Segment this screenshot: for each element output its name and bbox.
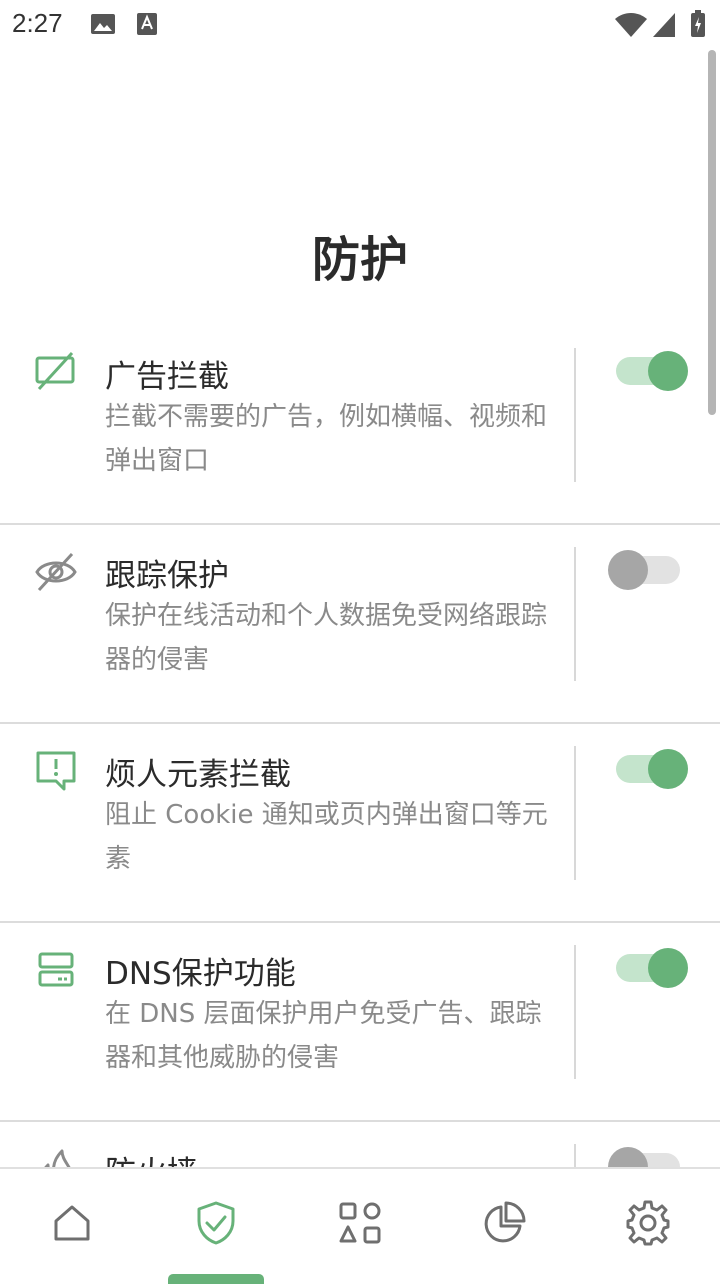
- dns-server-icon: [34, 948, 78, 992]
- settings-gear-icon[interactable]: [624, 1199, 672, 1247]
- divider: [574, 746, 576, 880]
- annoyances-blocking-toggle[interactable]: [608, 747, 688, 791]
- pie-chart-icon[interactable]: [480, 1199, 528, 1247]
- home-icon[interactable]: [48, 1199, 96, 1247]
- wifi-icon: [614, 12, 648, 42]
- item-title: DNS保护功能: [105, 956, 296, 992]
- toggle-thumb: [648, 948, 688, 988]
- firewall-toggle[interactable]: [608, 1145, 688, 1167]
- ad-block-icon: [34, 349, 78, 393]
- active-tab-indicator: [168, 1274, 264, 1284]
- list-item-ad-blocking[interactable]: 广告拦截 拦截不需要的广告，例如横幅、视频和弹出窗口: [0, 325, 720, 525]
- item-title: 烦人元素拦截: [105, 757, 291, 793]
- item-title: 防火墙: [105, 1147, 198, 1167]
- toggle-thumb: [648, 749, 688, 789]
- divider: [574, 547, 576, 681]
- dns-protection-toggle[interactable]: [608, 946, 688, 990]
- status-time: 2:27: [12, 8, 63, 38]
- ad-blocking-toggle[interactable]: [608, 349, 688, 393]
- divider: [574, 1144, 576, 1167]
- item-description: 保护在线活动和个人数据免受网络跟踪器的侵害: [105, 601, 548, 675]
- item-description: 阻止 Cookie 通知或页内弹出窗口等元素: [105, 800, 548, 874]
- alert-message-icon: [34, 749, 78, 793]
- list-item-tracking-protection[interactable]: 跟踪保护 保护在线活动和个人数据免受网络跟踪器的侵害: [0, 524, 720, 724]
- eye-off-icon: [34, 550, 78, 594]
- list-item-dns-protection[interactable]: DNS保护功能 在 DNS 层面保护用户免受广告、跟踪器和其他威胁的侵害: [0, 922, 720, 1122]
- item-title: 跟踪保护: [105, 558, 229, 594]
- cell-signal-icon: [652, 12, 676, 42]
- tracking-protection-toggle[interactable]: [608, 548, 688, 592]
- item-description: 在 DNS 层面保护用户免受广告、跟踪器和其他威胁的侵害: [105, 999, 542, 1073]
- item-description: 拦截不需要的广告，例如横幅、视频和弹出窗口: [105, 402, 548, 476]
- firewall-icon: [34, 1147, 78, 1167]
- toggle-thumb: [608, 550, 648, 590]
- list-item-annoyances-blocking[interactable]: 烦人元素拦截 阻止 Cookie 通知或页内弹出窗口等元素: [0, 723, 720, 923]
- image-icon: [90, 12, 116, 40]
- toggle-thumb: [648, 351, 688, 391]
- list-item-firewall[interactable]: 防火墙: [0, 1121, 720, 1167]
- item-title: 广告拦截: [105, 359, 229, 395]
- bottom-navigation: [0, 1167, 720, 1284]
- protection-list: 广告拦截 拦截不需要的广告，例如横幅、视频和弹出窗口 跟踪保护 保护在线活动和个…: [0, 325, 720, 1167]
- status-bar: 2:27: [0, 0, 720, 48]
- toggle-thumb: [608, 1147, 648, 1167]
- battery-charging-icon: [690, 10, 706, 42]
- page-title: 防护: [311, 232, 408, 288]
- shield-check-icon[interactable]: [192, 1199, 240, 1247]
- font-icon: [136, 12, 158, 40]
- divider: [574, 945, 576, 1079]
- divider: [574, 348, 576, 482]
- apps-icon[interactable]: [336, 1199, 384, 1247]
